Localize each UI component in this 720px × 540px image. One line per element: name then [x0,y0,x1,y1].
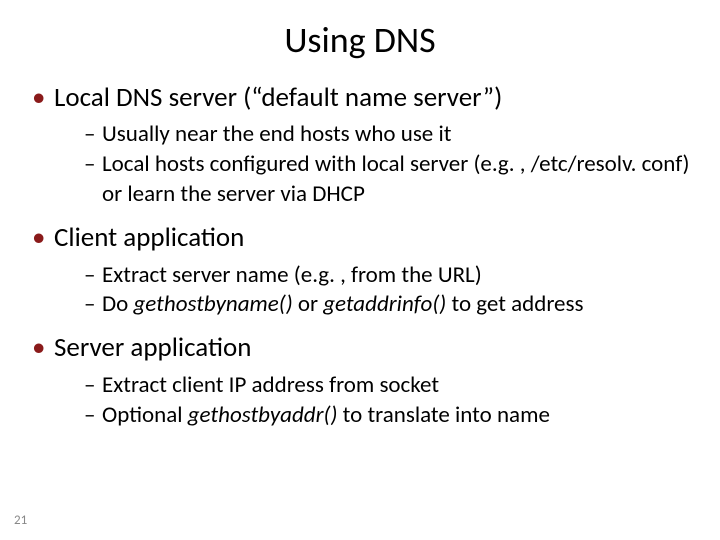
slide: Using DNS Local DNS server (“default nam… [0,0,720,540]
sub-text-pre: Optional [102,401,188,429]
bullet-item: Local DNS server (“default name server”)… [28,80,692,210]
sub-text-mid: or [293,290,324,318]
sub-item: Usually near the end hosts who use it [84,120,692,150]
sub-text-em: gethostbyname() [133,290,292,318]
sub-list: Extract client IP address from socket Op… [54,371,692,431]
sub-item: Local hosts configured with local server… [84,150,692,210]
sub-item: Extract server name (e.g. , from the URL… [84,261,692,291]
sub-text-em: gethostbyaddr() [188,401,338,429]
sub-text-pre: Do [102,290,133,318]
sub-list: Extract server name (e.g. , from the URL… [54,261,692,321]
sub-text: Extract client IP address from socket [102,371,439,399]
slide-title: Using DNS [28,18,692,62]
sub-text: Extract server name (e.g. , from the URL… [102,261,482,289]
sub-item: Extract client IP address from socket [84,371,692,401]
bullet-item: Server application Extract client IP add… [28,330,692,430]
sub-text-post: to translate into name [337,401,549,429]
bullet-text: Local DNS server (“default name server”) [54,81,502,114]
bullet-item: Client application Extract server name (… [28,220,692,320]
sub-list: Usually near the end hosts who use it Lo… [54,120,692,210]
sub-text: Usually near the end hosts who use it [102,120,451,148]
sub-text-post: to get address [446,290,583,318]
bullet-list: Local DNS server (“default name server”)… [28,80,692,431]
bullet-text: Client application [54,221,244,254]
sub-item: Do gethostbyname() or getaddrinfo() to g… [84,290,692,320]
page-number: 21 [14,513,27,528]
bullet-text: Server application [54,331,251,364]
sub-text-em: getaddrinfo() [323,290,446,318]
sub-item: Optional gethostbyaddr() to translate in… [84,401,692,431]
sub-text: Local hosts configured with local server… [102,150,690,208]
